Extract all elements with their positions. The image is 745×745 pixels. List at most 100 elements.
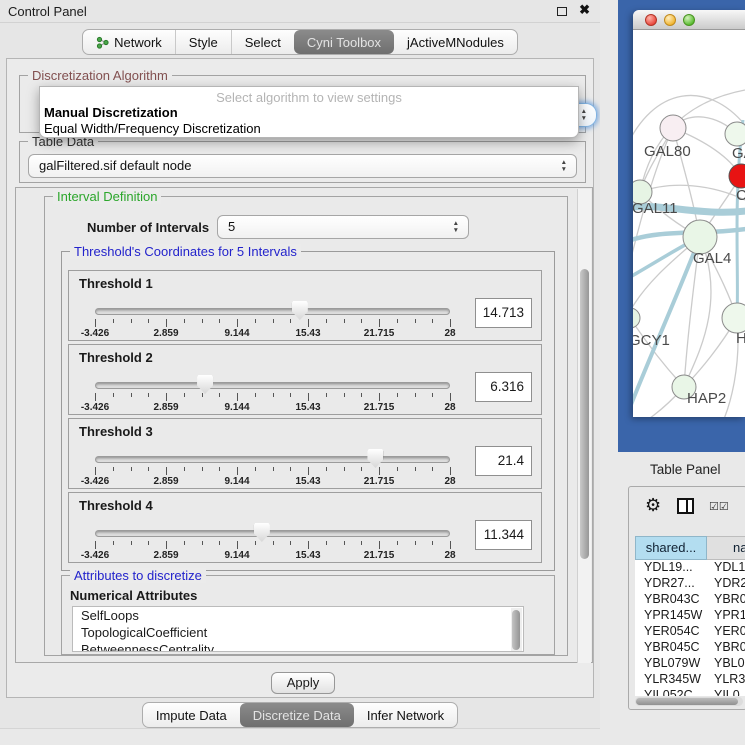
menu-item-manual-discretization[interactable]: Manual Discretization xyxy=(44,105,178,120)
slider-ticks xyxy=(95,393,450,402)
spinner-icon: ▲▼ xyxy=(453,220,459,234)
scrollbar-thumb[interactable] xyxy=(580,269,589,559)
table-data-combobox[interactable]: galFiltered.sif default node ▲▼ xyxy=(28,154,577,178)
table-data-group: Table Data galFiltered.sif default node … xyxy=(19,141,586,183)
apply-button[interactable]: Apply xyxy=(271,672,335,694)
table-row[interactable]: YPR145WYPR1 xyxy=(635,608,745,624)
split-view-icon[interactable] xyxy=(677,498,694,514)
table-row[interactable]: YIL052CYIL0 xyxy=(635,688,745,696)
node-label: GAL11 xyxy=(633,200,678,217)
column-header-shared[interactable]: shared... xyxy=(635,536,707,560)
number-of-intervals-combobox[interactable]: 5 ▲▼ xyxy=(217,215,469,239)
tab-cyni-toolbox[interactable]: Cyni Toolbox xyxy=(294,30,394,54)
network-icon xyxy=(96,36,109,49)
scrollbar-thumb[interactable] xyxy=(636,698,738,705)
select-columns-icon[interactable]: ☑☑ xyxy=(709,500,729,513)
vertical-scrollbar[interactable] xyxy=(577,189,591,663)
threshold-slider[interactable]: -3.4262.8599.14415.4321.71528 xyxy=(95,419,450,490)
minimize-traffic-light-icon[interactable] xyxy=(664,14,676,26)
slider-thumb[interactable] xyxy=(254,523,270,542)
group-title: Attributes to discretize xyxy=(70,568,206,583)
top-tabbar: Network Style Select Cyni Toolbox jActiv… xyxy=(0,29,600,55)
tab-select[interactable]: Select xyxy=(231,30,294,54)
threshold-value-field[interactable]: 6.316 xyxy=(475,372,532,402)
table-row[interactable]: YBL079WYBL0 xyxy=(635,656,745,672)
table-row[interactable]: YBR045CYBR0 xyxy=(635,640,745,656)
scrollbar-thumb[interactable] xyxy=(512,610,520,650)
tab-jactivemnodules[interactable]: jActiveMNodules xyxy=(394,30,517,54)
list-item[interactable]: SelfLoops xyxy=(73,607,523,624)
node-label: GCY1 xyxy=(633,332,670,349)
slider-thumb[interactable] xyxy=(367,449,383,468)
table-row[interactable]: YDL19...YDL1 xyxy=(635,560,745,576)
table-row[interactable]: YLR345WYLR3 xyxy=(635,672,745,688)
table-header-row: shared... na xyxy=(635,536,745,560)
close-icon[interactable]: ✖ xyxy=(579,2,590,18)
table-browser-frame: ⚙ ☑☑ shared... na YDL19...YDL1 YDR27...Y… xyxy=(628,486,745,710)
slider-scale-labels: -3.4262.8599.14415.4321.71528 xyxy=(95,328,450,340)
network-window-titlebar[interactable] xyxy=(633,10,745,30)
list-item[interactable]: TopologicalCoefficient xyxy=(73,624,523,641)
group-title: Interval Definition xyxy=(53,189,161,204)
threshold-2-panel: Threshold 2 -3.4262.8599.14415.4321.7152… xyxy=(68,344,542,415)
slider-track[interactable] xyxy=(95,382,450,389)
threshold-4-panel: Threshold 4 -3.4262.8599.14415.4321.7152… xyxy=(68,492,542,563)
zoom-traffic-light-icon[interactable] xyxy=(683,14,695,26)
node-gal4[interactable] xyxy=(683,220,717,254)
algorithm-dropdown-popup: Select algorithm to view settings Manual… xyxy=(39,86,579,138)
slider-scale-labels: -3.4262.8599.14415.4321.71528 xyxy=(95,476,450,488)
slider-ticks xyxy=(95,467,450,476)
slider-thumb[interactable] xyxy=(197,375,213,394)
spinner-icon: ▲▼ xyxy=(581,108,587,122)
float-window-icon[interactable] xyxy=(557,7,567,16)
window-title: Control Panel xyxy=(8,4,87,19)
status-strip xyxy=(0,728,600,745)
horizontal-scrollbar[interactable] xyxy=(635,697,743,706)
node-top-right[interactable] xyxy=(725,122,745,146)
numerical-attributes-label: Numerical Attributes xyxy=(70,588,197,603)
cyni-toolbox-panel: Discretization Algorithm ▲▼ Select algor… xyxy=(6,58,594,698)
list-item[interactable]: BetweennessCentrality xyxy=(73,641,523,652)
thresholds-group: Threshold's Coordinates for 5 Intervals … xyxy=(61,251,555,571)
threshold-slider[interactable]: -3.4262.8599.14415.4321.71528 xyxy=(95,493,450,564)
table-row[interactable]: YBR043CYBR0 xyxy=(635,592,745,608)
threshold-value-field[interactable]: 14.713 xyxy=(475,298,532,328)
tab-network[interactable]: Network xyxy=(83,30,175,54)
threshold-value-field[interactable]: 21.4 xyxy=(475,446,532,476)
slider-track[interactable] xyxy=(95,308,450,315)
network-view-window: GAL80 GA C GAL11 GAL4 GCY1 H HAP2 xyxy=(633,10,745,417)
tab-style[interactable]: Style xyxy=(175,30,231,54)
spinner-icon: ▲▼ xyxy=(561,159,567,173)
slider-track[interactable] xyxy=(95,530,450,537)
control-panel-titlebar: Control Panel ✖ xyxy=(0,0,600,23)
tab-discretize-data[interactable]: Discretize Data xyxy=(240,703,354,727)
table-toolbar: ⚙ ☑☑ xyxy=(629,487,745,529)
node-label: GAL4 xyxy=(693,250,731,267)
slider-thumb[interactable] xyxy=(292,301,308,320)
node-label: H xyxy=(736,330,745,347)
attributes-list: SelfLoops TopologicalCoefficient Between… xyxy=(72,606,524,652)
threshold-value-field[interactable]: 11.344 xyxy=(475,520,532,550)
threshold-slider[interactable]: -3.4262.8599.14415.4321.71528 xyxy=(95,345,450,416)
gear-icon[interactable]: ⚙ xyxy=(645,495,661,516)
tab-infer-network[interactable]: Infer Network xyxy=(354,703,457,727)
close-traffic-light-icon[interactable] xyxy=(645,14,657,26)
node-gcy1[interactable] xyxy=(633,308,640,328)
table-row[interactable]: YER054CYER0 xyxy=(635,624,745,640)
node-label: C xyxy=(736,187,745,204)
node-h[interactable] xyxy=(722,303,745,333)
list-scrollbar[interactable] xyxy=(511,608,522,652)
table-row[interactable]: YDR27...YDR2 xyxy=(635,576,745,592)
threshold-1-panel: Threshold 1 -3.4262.8599.14415.4321.7152… xyxy=(68,270,542,341)
control-panel-window: Control Panel ✖ Network Style Select Cyn… xyxy=(0,0,600,745)
menu-item-equal-width-frequency[interactable]: Equal Width/Frequency Discretization xyxy=(44,121,261,136)
network-canvas[interactable]: GAL80 GA C GAL11 GAL4 GCY1 H HAP2 xyxy=(633,30,745,417)
threshold-slider[interactable]: -3.4262.8599.14415.4321.71528 xyxy=(95,271,450,342)
node-label: GA xyxy=(732,145,745,162)
slider-track[interactable] xyxy=(95,456,450,463)
number-of-intervals-label: Number of Intervals xyxy=(87,220,209,235)
node-gal80[interactable] xyxy=(660,115,686,141)
node-selected-red[interactable] xyxy=(729,164,745,188)
tab-impute-data[interactable]: Impute Data xyxy=(143,703,240,727)
column-header-name[interactable]: na xyxy=(707,536,745,560)
